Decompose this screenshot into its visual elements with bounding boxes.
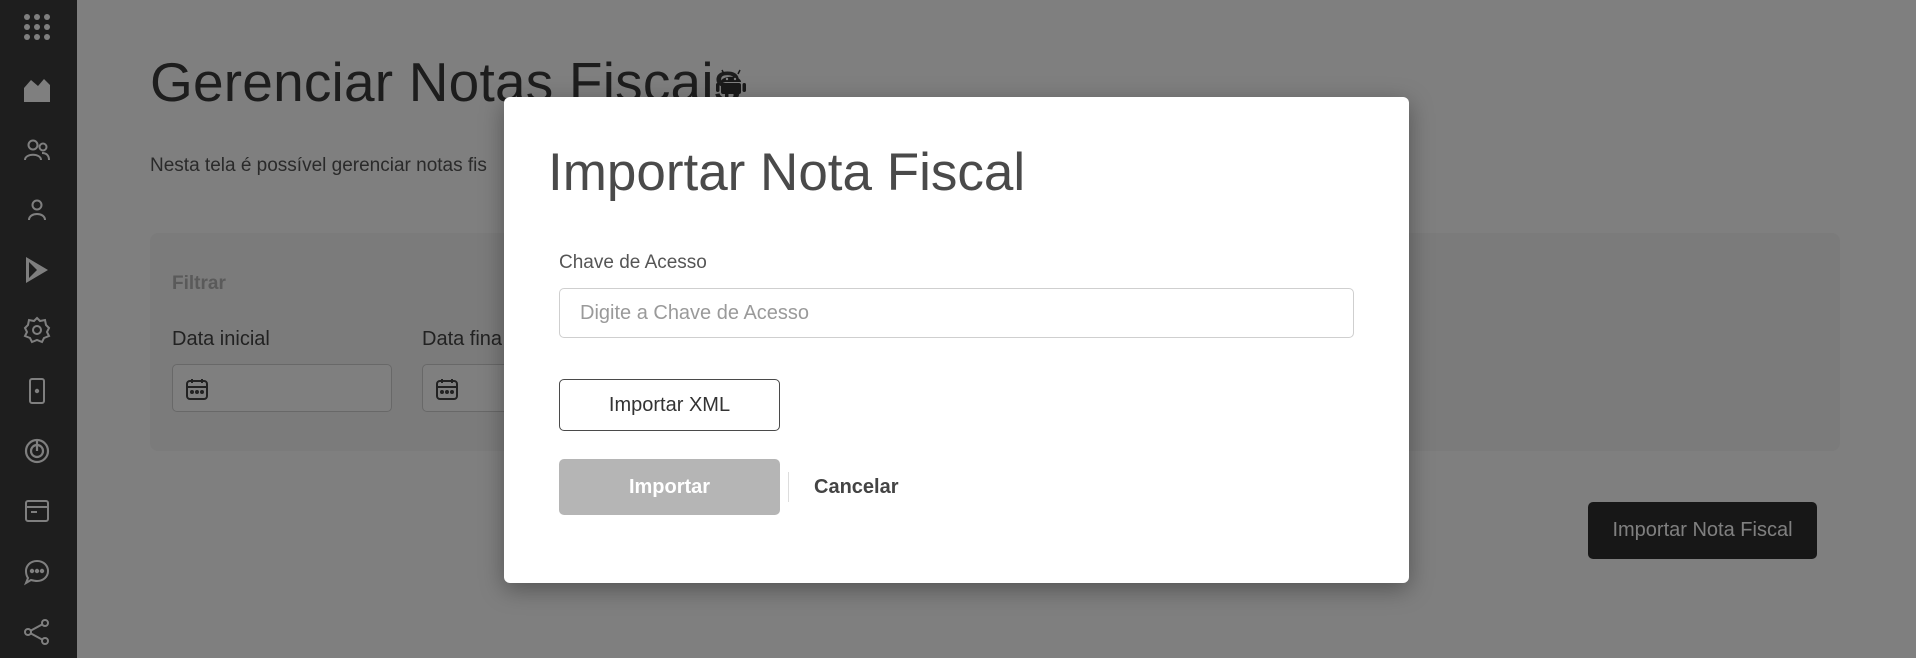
import-xml-button[interactable]: Importar XML	[559, 379, 780, 431]
access-key-input[interactable]	[559, 288, 1354, 338]
cancel-button[interactable]: Cancelar	[799, 459, 914, 515]
access-key-label: Chave de Acesso	[559, 252, 707, 273]
import-button[interactable]: Importar	[559, 459, 780, 515]
modal-title: Importar Nota Fiscal	[548, 143, 1026, 202]
button-divider	[788, 472, 789, 502]
import-modal: Importar Nota Fiscal Chave de Acesso Imp…	[504, 97, 1409, 583]
